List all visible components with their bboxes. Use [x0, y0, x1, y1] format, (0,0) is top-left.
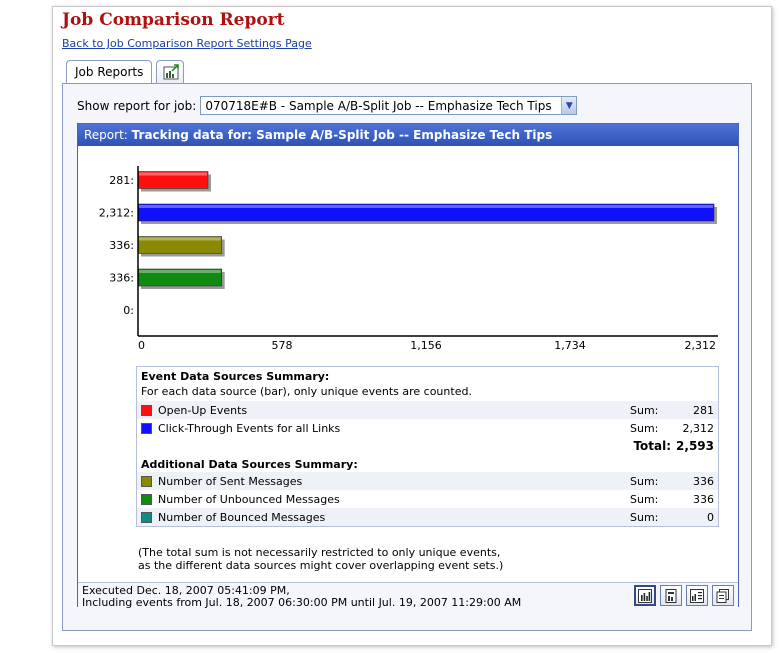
bar-value-label: 336:	[109, 239, 134, 252]
tab-job-reports[interactable]: Job Reports	[66, 60, 153, 85]
summary-row-value: 281	[693, 403, 714, 417]
job-select-label: Show report for job:	[77, 98, 197, 113]
summary-row: Number of Sent Messages Sum: 336	[137, 472, 718, 490]
summary-row-key: Sum:	[630, 510, 659, 524]
report-panel: Show report for job: 070718E#B - Sample …	[62, 83, 752, 631]
report-detail-view-button[interactable]	[660, 585, 682, 606]
summary-row-value: 0	[707, 510, 714, 524]
footnote: (The total sum is not necessarily restri…	[138, 546, 503, 572]
job-select-row: Show report for job: 070718E#B - Sample …	[77, 96, 578, 115]
chart-table-view-button[interactable]	[686, 585, 708, 606]
summary-row-key: Sum:	[630, 474, 659, 488]
event-summary-note: For each data source (bar), only unique …	[141, 385, 472, 398]
summary-table: Event Data Sources Summary: For each dat…	[136, 366, 719, 527]
legend-swatch	[141, 493, 152, 505]
report-box: Report: Tracking data for: Sample A/B-Sp…	[77, 123, 739, 609]
summary-row-label: Click-Through Events for all Links	[158, 421, 341, 435]
legend-swatch	[141, 511, 152, 523]
job-select[interactable]: 070718E#B - Sample A/B-Split Job -- Emph…	[200, 96, 578, 115]
summary-row-key: Sum:	[630, 403, 659, 417]
total-row: Total: 2,593	[137, 437, 718, 455]
report-header-prefix: Report:	[84, 128, 128, 142]
bar-highlight	[139, 205, 713, 208]
bar-highlight	[139, 237, 221, 241]
page-title: Job Comparison Report	[62, 10, 285, 30]
legend-swatch	[141, 475, 152, 487]
copy-icon	[716, 588, 729, 603]
x-tick-label: 578	[272, 339, 293, 352]
job-select-value: 070718E#B - Sample A/B-Split Job -- Emph…	[205, 98, 552, 113]
x-tick-label: 1,734	[554, 339, 586, 352]
summary-row-label: Number of Unbounced Messages	[158, 492, 340, 506]
bar-chart: 281: 2,312: 336: 336: 0: 0 578 1,156 1,734 2,312	[99, 166, 718, 352]
chevron-down-icon[interactable]: ▼	[561, 97, 577, 114]
chart-export-icon	[163, 64, 180, 80]
bar-value-label: 281:	[109, 174, 134, 187]
bar-value-label: 0:	[123, 304, 134, 317]
view-buttons	[634, 585, 734, 606]
bar-value-label: 336:	[109, 272, 134, 285]
copy-view-button[interactable]	[712, 585, 734, 606]
legend-swatch	[141, 404, 152, 416]
legend-swatch	[141, 422, 152, 434]
report-header-title: Tracking data for: Sample A/B-Split Job …	[131, 128, 553, 142]
summary-row-label: Number of Bounced Messages	[158, 510, 326, 524]
summary-row-value: 336	[693, 492, 714, 506]
summary-row: Number of Bounced Messages Sum: 0	[137, 508, 718, 526]
event-summary-heading: Event Data Sources Summary:	[141, 370, 330, 383]
summary-row-label: Open-Up Events	[158, 403, 248, 417]
report-header: Report: Tracking data for: Sample A/B-Sp…	[78, 124, 738, 146]
tab-job-reports-label: Job Reports	[75, 65, 144, 79]
summary-row: Click-Through Events for all Links Sum: 2,…	[137, 419, 718, 437]
summary-row-value: 2,312	[682, 421, 715, 435]
x-tick-label: 1,156	[410, 339, 442, 352]
bar-chart-icon	[638, 588, 652, 603]
total-value: 2,593	[676, 439, 714, 453]
x-tick-label: 0	[138, 339, 145, 352]
back-to-settings-link[interactable]: Back to Job Comparison Report Settings P…	[62, 37, 312, 50]
summary-row-label: Number of Sent Messages	[158, 474, 303, 488]
tab-bar: Job Reports	[66, 60, 185, 85]
summary-row-key: Sum:	[630, 421, 659, 435]
report-detail-icon	[665, 588, 677, 603]
footnote-line-2: as the different data sources might cove…	[138, 559, 504, 572]
footnote-line-1: (The total sum is not necessarily restri…	[138, 546, 501, 559]
summary-row: Number of Unbounced Messages Sum: 336	[137, 490, 718, 508]
summary-row-key: Sum:	[630, 492, 659, 506]
bar-value-label: 2,312:	[99, 207, 134, 220]
x-tick-label: 2,312	[685, 339, 717, 352]
execution-info: Executed Dec. 18, 2007 05:41:09 PM, Incl…	[78, 582, 738, 609]
bar-highlight	[139, 172, 208, 176]
bar-highlight	[139, 270, 221, 273]
bar-chart-view-button[interactable]	[634, 585, 656, 606]
summary-row: Open-Up Events Sum: 281	[137, 401, 718, 419]
chart-table-icon	[690, 588, 704, 603]
total-label: Total:	[633, 439, 672, 453]
tab-chart-export[interactable]	[156, 60, 185, 84]
summary-row-value: 336	[693, 474, 714, 488]
additional-summary-heading: Additional Data Sources Summary:	[141, 458, 358, 471]
